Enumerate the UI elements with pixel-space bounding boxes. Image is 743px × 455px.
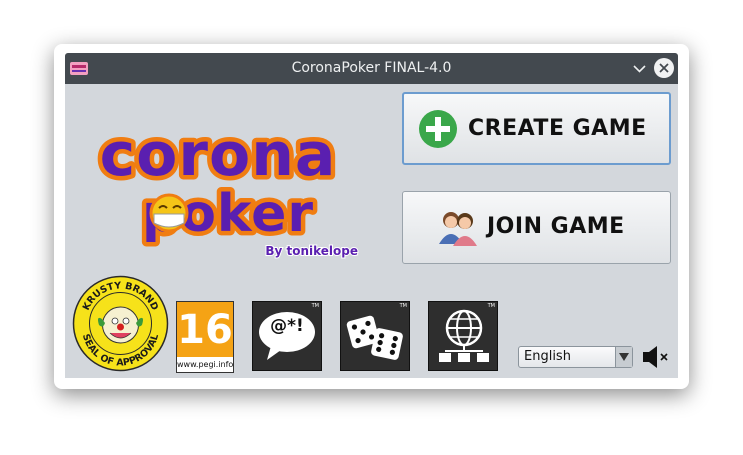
tm-mark: TM: [311, 303, 319, 309]
bad-language-symbol: @*!: [270, 316, 304, 336]
minimize-icon[interactable]: [631, 60, 648, 77]
language-selected: English: [524, 349, 571, 364]
tm-mark: TM: [399, 303, 407, 309]
pegi-age: 16: [177, 307, 233, 353]
pegi-site: www.pegi.info: [177, 357, 233, 372]
join-game-label: JOIN GAME: [487, 214, 625, 239]
language-select[interactable]: English: [518, 346, 633, 368]
tm-mark: TM: [487, 303, 495, 309]
mask-emoji-icon: [149, 193, 189, 233]
dropdown-arrow-icon[interactable]: [615, 347, 632, 367]
online-icon: TM: [428, 301, 498, 371]
app-window: CoronaPoker FINAL-4.0 corona poker By to…: [65, 53, 678, 378]
dice-icon: [346, 315, 403, 360]
close-icon[interactable]: [654, 58, 674, 78]
users-icon: [439, 212, 477, 246]
pegi-16-icon: 16 www.pegi.info: [176, 301, 234, 373]
globe-network-icon: [439, 309, 489, 362]
gambling-icon: TM: [340, 301, 410, 371]
window-title: CoronaPoker FINAL-4.0: [291, 60, 452, 76]
join-game-button[interactable]: JOIN GAME: [402, 191, 671, 264]
create-game-label: CREATE GAME: [468, 116, 647, 141]
speaker-muted-icon[interactable]: [642, 344, 670, 370]
create-game-button[interactable]: CREATE GAME: [402, 92, 671, 165]
logo-credit: By tonikelope: [265, 244, 358, 258]
title-bar[interactable]: CoronaPoker FINAL-4.0: [65, 53, 678, 84]
plus-icon: [419, 110, 457, 148]
corona-poker-logo: corona poker By tonikelope: [95, 116, 359, 260]
krusty-seal-icon: KRUSTY BRAND SEAL OF APPROVAL: [72, 275, 169, 372]
logo-line1: corona: [100, 120, 337, 190]
bad-language-icon: @*! TM: [252, 301, 322, 371]
